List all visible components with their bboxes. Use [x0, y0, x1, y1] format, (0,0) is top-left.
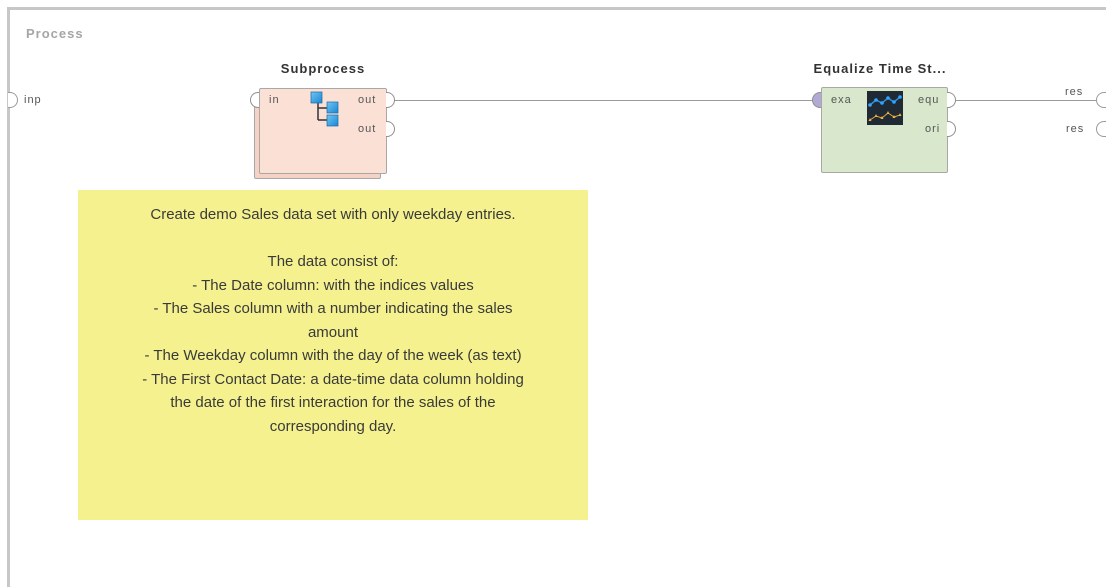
process-note[interactable]: Create demo Sales data set with only wee… [78, 190, 588, 520]
note-line: - The Date column: with the indices valu… [192, 276, 474, 294]
equalize-input-label: exa [831, 94, 852, 106]
result-port-label-1: res [1065, 86, 1084, 98]
process-canvas[interactable]: Process inp res res Subprocess in out ou… [0, 0, 1106, 587]
connection-subprocess-to-equalize[interactable] [394, 100, 814, 101]
note-line: Create demo Sales data set with only wee… [150, 206, 516, 223]
note-line: The data consist of: [267, 253, 399, 270]
note-line: corresponding day. [269, 417, 397, 435]
subprocess-output-port-2[interactable] [386, 121, 395, 137]
subprocess-output-label-2: out [358, 123, 377, 135]
subprocess-input-label: in [269, 94, 280, 106]
equalize-title: Equalize Time St... [813, 61, 947, 76]
equalize-output-label-2: ori [925, 123, 941, 135]
note-line: - The First Contact Date: a date-time da… [142, 370, 524, 388]
note-line: the date of the first interaction for th… [170, 394, 496, 411]
subprocess-tree-icon [310, 91, 339, 127]
result-port-1[interactable] [1096, 92, 1106, 108]
subprocess-output-port-1[interactable] [386, 92, 395, 108]
process-input-port[interactable] [8, 92, 18, 108]
subprocess-output-label-1: out [358, 94, 377, 106]
connection-equalize-to-result[interactable] [955, 100, 1101, 101]
note-line: - The Weekday column with the day of the… [144, 347, 522, 364]
equalize-input-port[interactable] [812, 92, 821, 108]
result-port-2[interactable] [1096, 121, 1106, 137]
equalize-output-label-1: equ [918, 94, 940, 106]
result-port-label-2: res [1066, 123, 1085, 135]
equalize-output-port-1[interactable] [947, 92, 956, 108]
subprocess-title: Subprocess [280, 61, 366, 76]
note-line: - The Sales column with a number indicat… [153, 300, 513, 317]
process-title: Process [26, 26, 84, 41]
note-line [78, 227, 588, 251]
subprocess-input-port[interactable] [250, 92, 259, 108]
time-series-chart-icon [867, 91, 903, 125]
equalize-output-port-2[interactable] [947, 121, 956, 137]
process-input-port-label: inp [24, 94, 42, 106]
canvas-top-border [8, 7, 1106, 10]
note-line: amount [307, 323, 359, 341]
